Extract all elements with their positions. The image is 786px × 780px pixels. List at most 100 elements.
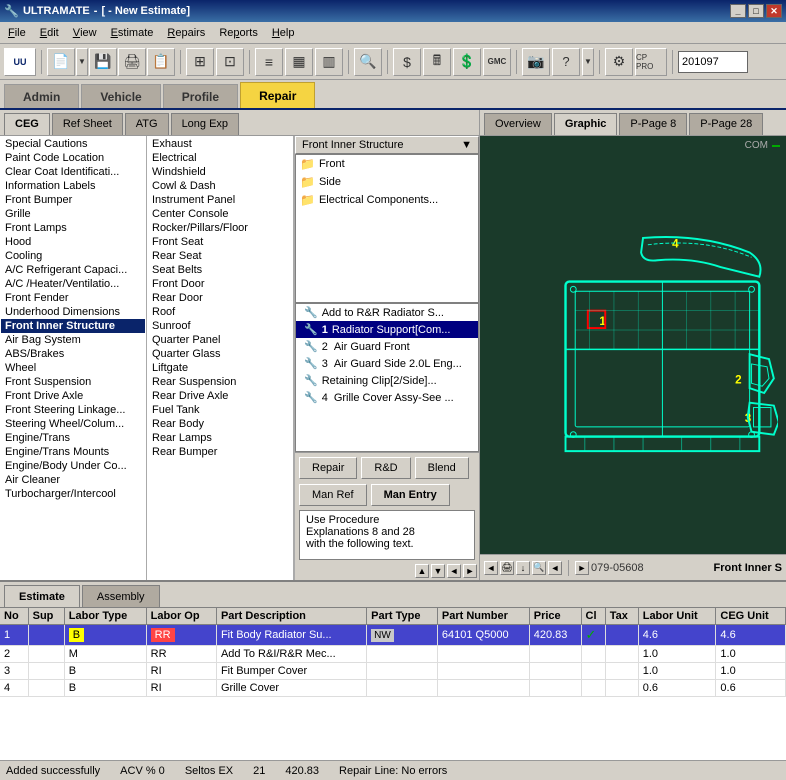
sub-list-item-selected[interactable]: 🔧 1 Radiator Support[Com... — [296, 321, 478, 338]
right-tab-ppage28[interactable]: P-Page 28 — [689, 113, 763, 135]
list-item[interactable]: Quarter Glass — [148, 347, 292, 361]
est-tab-estimate[interactable]: Estimate — [4, 585, 80, 607]
sub-tab-longexp[interactable]: Long Exp — [171, 113, 239, 135]
list-item[interactable]: Roof — [148, 305, 292, 319]
tb-dropdown[interactable]: ▼ — [76, 48, 88, 76]
dropdown-header[interactable]: Front Inner Structure ▼ — [295, 136, 479, 154]
scroll-right[interactable]: ► — [463, 564, 477, 578]
tb-calc[interactable]: 🖩 — [423, 48, 451, 76]
tb-btn7[interactable]: ≡ — [255, 48, 283, 76]
graphic-nav-down[interactable]: ↓ — [516, 561, 530, 575]
tb-camera[interactable]: 📷 — [522, 48, 550, 76]
tab-vehicle[interactable]: Vehicle — [81, 84, 160, 108]
tb-dollar[interactable]: $ — [393, 48, 421, 76]
list-item[interactable]: Clear Coat Identificati... — [1, 165, 145, 179]
man-ref-button[interactable]: Man Ref — [299, 484, 367, 506]
tb-copy[interactable]: 📋 — [147, 48, 175, 76]
est-tab-assembly[interactable]: Assembly — [82, 585, 160, 607]
scroll-left[interactable]: ◄ — [447, 564, 461, 578]
list-item[interactable]: Paint Code Location — [1, 151, 145, 165]
list-item[interactable]: Electrical — [148, 151, 292, 165]
list-item[interactable]: Rear Drive Axle — [148, 389, 292, 403]
table-row[interactable]: 4 B RI Grille Cover 0.6 0.6 — [0, 680, 786, 697]
list-item[interactable]: Front Seat — [148, 235, 292, 249]
list-item[interactable]: Cowl & Dash — [148, 179, 292, 193]
scroll-up[interactable]: ▲ — [415, 564, 429, 578]
list-item[interactable]: Rear Seat — [148, 249, 292, 263]
list-item[interactable]: Rear Bumper — [148, 445, 292, 459]
graphic-nav-zoom[interactable]: 🔍 — [532, 561, 546, 575]
list-item[interactable]: Hood — [1, 235, 145, 249]
list-item[interactable]: Front Door — [148, 277, 292, 291]
list-item[interactable]: Rear Suspension — [148, 375, 292, 389]
tb-question[interactable]: ? — [552, 48, 580, 76]
menu-view[interactable]: View — [67, 23, 103, 43]
list-item[interactable]: Turbocharger/Intercool — [1, 487, 145, 501]
tb-new[interactable]: 📄 — [47, 48, 75, 76]
list-item[interactable]: Rear Door — [148, 291, 292, 305]
list-item[interactable]: Engine/Trans Mounts — [1, 445, 145, 459]
list-item[interactable]: Special Cautions — [1, 137, 145, 151]
dropdown-item-electrical[interactable]: 📁 Electrical Components... — [296, 191, 478, 209]
tb-cppro[interactable]: CP PRO — [635, 48, 667, 76]
list-item[interactable]: Front Fender — [1, 291, 145, 305]
graphic-nav-back[interactable]: ◄ — [548, 561, 562, 575]
sub-list-item[interactable]: 🔧 Add to R&R Radiator S... — [296, 304, 478, 321]
menu-help[interactable]: Help — [266, 23, 301, 43]
list-item[interactable]: Front Drive Axle — [1, 389, 145, 403]
tab-repair[interactable]: Repair — [240, 82, 315, 108]
dropdown-item-side[interactable]: 📁 Side — [296, 173, 478, 191]
list-item[interactable]: Sunroof — [148, 319, 292, 333]
sub-tab-ceg[interactable]: CEG — [4, 113, 50, 135]
sub-list-item[interactable]: 🔧 2 Air Guard Front — [296, 338, 478, 355]
list-item[interactable]: Cooling — [1, 249, 145, 263]
sub-tab-atg[interactable]: ATG — [125, 113, 169, 135]
menu-repairs[interactable]: Repairs — [161, 23, 211, 43]
list-item[interactable]: Front Bumper — [1, 193, 145, 207]
menu-edit[interactable]: Edit — [34, 23, 65, 43]
sub-list-item[interactable]: 🔧 3 Air Guard Side 2.0L Eng... — [296, 355, 478, 372]
menu-reports[interactable]: Reports — [213, 23, 264, 43]
repair-button[interactable]: Repair — [299, 457, 357, 479]
minimize-button[interactable]: _ — [730, 4, 746, 18]
list-item[interactable]: Steering Wheel/Colum... — [1, 417, 145, 431]
list-item[interactable]: Air Bag System — [1, 333, 145, 347]
table-row[interactable]: 3 B RI Fit Bumper Cover 1.0 1.0 — [0, 663, 786, 680]
list-item[interactable]: A/C /Heater/Ventilatio... — [1, 277, 145, 291]
tb-money[interactable]: 💲 — [453, 48, 481, 76]
table-row[interactable]: 2 M RR Add To R&I/R&R Mec... 1.0 1.0 — [0, 646, 786, 663]
list-item[interactable]: Fuel Tank — [148, 403, 292, 417]
estimate-number-input[interactable] — [678, 51, 748, 73]
list-item[interactable]: Front Suspension — [1, 375, 145, 389]
tab-profile[interactable]: Profile — [163, 84, 238, 108]
restore-button[interactable]: □ — [748, 4, 764, 18]
list-item[interactable]: Air Cleaner — [1, 473, 145, 487]
tb-save[interactable]: 💾 — [89, 48, 117, 76]
list-item[interactable]: Information Labels — [1, 179, 145, 193]
list-item[interactable]: Rear Body — [148, 417, 292, 431]
tb-btn9[interactable]: ▥ — [315, 48, 343, 76]
menu-estimate[interactable]: Estimate — [105, 23, 160, 43]
list-item[interactable]: Seat Belts — [148, 263, 292, 277]
blend-button[interactable]: Blend — [415, 457, 469, 479]
right-tab-graphic[interactable]: Graphic — [554, 113, 618, 135]
right-tab-overview[interactable]: Overview — [484, 113, 552, 135]
tb-gmc[interactable]: GMC — [483, 48, 511, 76]
list-item-selected[interactable]: Front Inner Structure — [1, 319, 145, 333]
list-item[interactable]: Liftgate — [148, 361, 292, 375]
list-item[interactable]: ABS/Brakes — [1, 347, 145, 361]
list-item[interactable]: Front Steering Linkage... — [1, 403, 145, 417]
graphic-nav-fwd[interactable]: ► — [575, 561, 589, 575]
graphic-nav-left[interactable]: ◄ — [484, 561, 498, 575]
tb-dropdown2[interactable]: ▼ — [582, 48, 594, 76]
list-item[interactable]: Rocker/Pillars/Floor — [148, 221, 292, 235]
tb-print[interactable]: 🖨 — [118, 48, 146, 76]
list-item[interactable]: Underhood Dimensions — [1, 305, 145, 319]
man-entry-button[interactable]: Man Entry — [371, 484, 450, 506]
dropdown-item-front[interactable]: 📁 Front — [296, 155, 478, 173]
list-item[interactable]: Grille — [1, 207, 145, 221]
list-item[interactable]: Windshield — [148, 165, 292, 179]
sub-list-item[interactable]: 🔧 Retaining Clip[2/Side]... — [296, 372, 478, 389]
list-item[interactable]: Quarter Panel — [148, 333, 292, 347]
list-item[interactable]: A/C Refrigerant Capaci... — [1, 263, 145, 277]
